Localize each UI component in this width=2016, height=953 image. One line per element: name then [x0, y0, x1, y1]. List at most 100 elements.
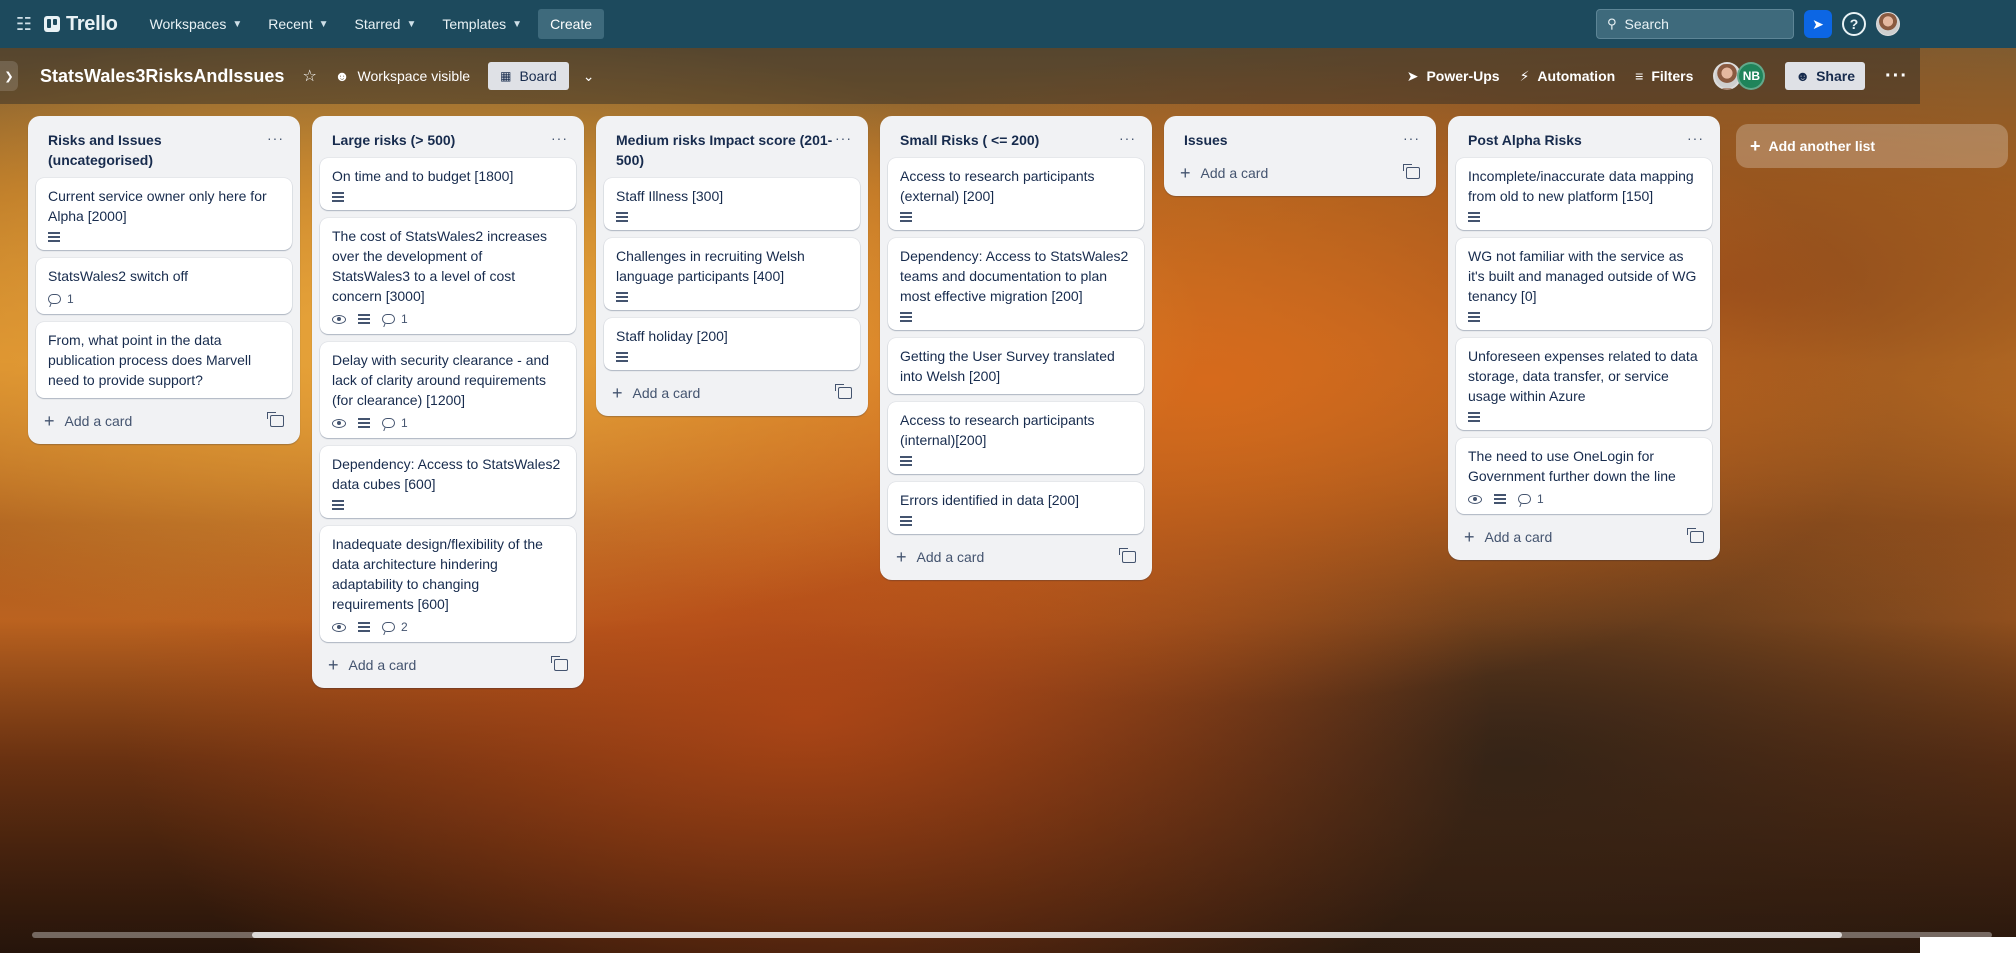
card[interactable]: Staff holiday [200] [604, 318, 860, 370]
card[interactable]: Inadequate design/flexibility of the dat… [320, 526, 576, 642]
account-avatar[interactable] [1876, 12, 1900, 36]
list: Medium risks Impact score (201-500) ··· St… [596, 116, 868, 416]
list-menu-icon[interactable]: ··· [1119, 130, 1136, 146]
eye-icon [332, 418, 346, 428]
help-icon[interactable]: ? [1842, 12, 1866, 36]
nav-workspaces[interactable]: Workspaces ▼ [140, 10, 253, 38]
more-icon[interactable]: ··· [1885, 65, 1908, 88]
list-title[interactable]: Small Risks ( <= 200) [900, 130, 1039, 150]
card-badges [616, 292, 848, 302]
member-avatar-initials[interactable]: NB [1737, 62, 1766, 90]
card-template-icon[interactable] [267, 412, 284, 427]
card-template-icon[interactable] [1119, 548, 1136, 563]
card-template-icon[interactable] [551, 656, 568, 671]
card-badges [1468, 312, 1700, 322]
card[interactable]: Getting the User Survey translated into … [888, 338, 1144, 394]
card[interactable]: Current service owner only here for Alph… [36, 178, 292, 250]
add-card-label: Add a card [1484, 529, 1553, 545]
add-card-button[interactable]: + Add a card [1464, 528, 1552, 546]
rocket-icon[interactable]: ➤ [1804, 10, 1832, 38]
card-title: Challenges in recruiting Welsh language … [616, 248, 805, 284]
card[interactable]: From, what point in the data publication… [36, 322, 292, 398]
card-template-icon[interactable] [1403, 164, 1420, 179]
trello-logo[interactable]: Trello [44, 13, 118, 36]
add-card-row: + Add a card [604, 378, 860, 408]
card-badges [900, 456, 1132, 466]
card[interactable]: The need to use OneLogin for Government … [1456, 438, 1712, 514]
list-header[interactable]: Issues ··· [1172, 124, 1428, 158]
description-icon [616, 352, 628, 362]
list-menu-icon[interactable]: ··· [1687, 130, 1704, 146]
card[interactable]: Errors identified in data [200] [888, 482, 1144, 534]
list-title[interactable]: Risks and Issues (uncategorised) [48, 130, 267, 170]
card-badges [616, 212, 848, 222]
list-menu-icon[interactable]: ··· [267, 130, 284, 146]
card[interactable]: Incomplete/inaccurate data mapping from … [1456, 158, 1712, 230]
chevron-down-icon[interactable]: ⌄ [583, 68, 595, 85]
card[interactable]: Challenges in recruiting Welsh language … [604, 238, 860, 310]
search-input[interactable]: ⚲ Search [1596, 9, 1794, 39]
board-title[interactable]: StatsWales3RisksAndIssues [40, 66, 284, 87]
nav-starred[interactable]: Starred ▼ [345, 10, 427, 38]
card[interactable]: Access to research participants (externa… [888, 158, 1144, 230]
card[interactable]: Access to research participants (interna… [888, 402, 1144, 474]
list: Small Risks ( <= 200) ··· Access to resear… [880, 116, 1152, 580]
list-header[interactable]: Post Alpha Risks ··· [1456, 124, 1712, 158]
list-title[interactable]: Large risks (> 500) [332, 130, 455, 150]
add-card-row: + Add a card [320, 650, 576, 680]
scrollbar-thumb[interactable] [252, 932, 1842, 938]
list-title[interactable]: Post Alpha Risks [1468, 130, 1582, 150]
list-title[interactable]: Issues [1184, 130, 1228, 150]
list-header[interactable]: Medium risks Impact score (201-500) ··· [604, 124, 860, 178]
list-header[interactable]: Small Risks ( <= 200) ··· [888, 124, 1144, 158]
card[interactable]: WG not familiar with the service as it's… [1456, 238, 1712, 330]
comment-count: 2 [401, 620, 408, 634]
board-view-button[interactable]: ▦ Board [488, 62, 569, 90]
card-template-icon[interactable] [835, 384, 852, 399]
search-placeholder: Search [1624, 16, 1669, 32]
sidebar-expand-icon[interactable]: ❯ [0, 61, 18, 91]
list-header[interactable]: Risks and Issues (uncategorised) ··· [36, 124, 292, 178]
add-card-button[interactable]: + Add a card [612, 384, 700, 402]
card-title: Incomplete/inaccurate data mapping from … [1468, 168, 1694, 204]
card[interactable]: Delay with security clearance - and lack… [320, 342, 576, 438]
card[interactable]: Dependency: Access to StatsWales2 data c… [320, 446, 576, 518]
card-template-icon[interactable] [1687, 528, 1704, 543]
list-menu-icon[interactable]: ··· [835, 130, 852, 146]
add-card-button[interactable]: + Add a card [328, 656, 416, 674]
card-title: On time and to budget [1800] [332, 168, 514, 184]
share-button[interactable]: ☻ Share [1785, 62, 1866, 90]
create-button[interactable]: Create [538, 9, 605, 39]
star-icon[interactable]: ☆ [302, 66, 316, 86]
add-card-button[interactable]: + Add a card [44, 412, 132, 430]
list-menu-icon[interactable]: ··· [1403, 130, 1420, 146]
add-list-button[interactable]: + Add another list [1736, 124, 2008, 168]
logo-text: Trello [66, 12, 118, 35]
plus-icon: + [44, 411, 55, 431]
card-title: Getting the User Survey translated into … [900, 348, 1115, 384]
nav-recent-label: Recent [268, 16, 313, 32]
visibility-button[interactable]: ☻ Workspace visible [335, 68, 470, 84]
app-switcher-icon[interactable]: ☷ [12, 12, 36, 36]
card[interactable]: Dependency: Access to StatsWales2 teams … [888, 238, 1144, 330]
card[interactable]: Unforeseen expenses related to data stor… [1456, 338, 1712, 430]
list-menu-icon[interactable]: ··· [551, 130, 568, 146]
list-header[interactable]: Large risks (> 500) ··· [320, 124, 576, 158]
card[interactable]: StatsWales2 switch off 1 [36, 258, 292, 314]
chevron-down-icon: ▼ [406, 18, 417, 30]
nav-templates[interactable]: Templates ▼ [432, 10, 532, 38]
eye-icon [332, 622, 346, 632]
automation-button[interactable]: ⚡ Automation [1520, 68, 1616, 85]
horizontal-scrollbar[interactable] [32, 932, 1992, 938]
filters-button[interactable]: ≡ Filters [1635, 68, 1693, 84]
card[interactable]: On time and to budget [1800] [320, 158, 576, 210]
add-card-button[interactable]: + Add a card [1180, 164, 1268, 182]
card[interactable]: The cost of StatsWales2 increases over t… [320, 218, 576, 334]
plus-icon: + [328, 655, 339, 675]
card[interactable]: Staff Illness [300] [604, 178, 860, 230]
nav-recent[interactable]: Recent ▼ [258, 10, 338, 38]
add-card-button[interactable]: + Add a card [896, 548, 984, 566]
card-badges [332, 500, 564, 510]
powerups-button[interactable]: ➤ Power-Ups [1407, 68, 1500, 85]
list-title[interactable]: Medium risks Impact score (201-500) [616, 130, 835, 170]
